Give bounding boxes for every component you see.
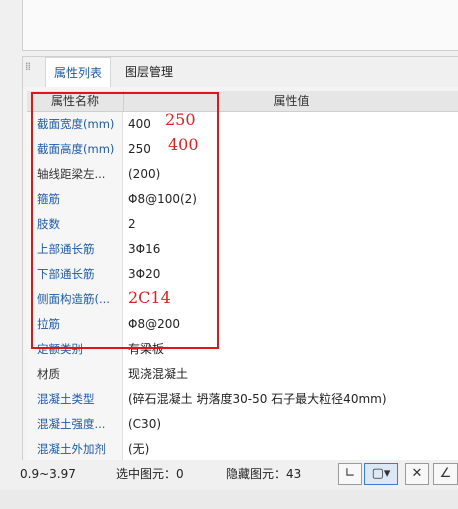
rect-select-icon: ▢▾ xyxy=(371,466,391,481)
column-header-value: 属性值 xyxy=(273,94,310,108)
corner-snap-button[interactable]: ∟ xyxy=(338,463,362,485)
property-value[interactable] xyxy=(124,287,458,312)
property-name: 混凝土强度... xyxy=(27,412,123,437)
property-name: 拉筋 xyxy=(27,312,123,337)
column-header-name: 属性名称 xyxy=(27,91,124,111)
status-hidden-count: 隐藏图元：43 xyxy=(226,467,302,481)
property-name: 肢数 xyxy=(27,212,123,237)
property-name: 截面宽度(mm) xyxy=(27,112,123,137)
property-name: 材质 xyxy=(27,362,123,387)
property-value[interactable]: Φ8@100(2) xyxy=(124,187,458,212)
table-row[interactable]: 混凝土外加剂 (无) xyxy=(27,437,458,461)
table-row[interactable]: 材质 现浇混凝土 xyxy=(27,362,458,388)
angle-icon: ∠ xyxy=(439,466,452,481)
tab-layer-management[interactable]: 图层管理 xyxy=(117,57,181,85)
property-value[interactable]: 2 xyxy=(124,212,458,237)
table-row[interactable]: 混凝土强度... (C30) xyxy=(27,412,458,438)
property-name: 截面高度(mm) xyxy=(27,137,123,162)
table-row[interactable]: 拉筋 Φ8@200 xyxy=(27,312,458,338)
property-value[interactable]: 有梁板 xyxy=(124,337,458,362)
property-value[interactable]: 3Φ20 xyxy=(124,262,458,287)
select-mode-button[interactable]: ▢▾ xyxy=(364,463,398,485)
annotation-text: 2C14 xyxy=(128,288,171,307)
table-row[interactable]: 箍筋 Φ8@100(2) xyxy=(27,187,458,213)
property-value[interactable]: (200) xyxy=(124,162,458,187)
table-row[interactable]: 侧面构造筋(... xyxy=(27,287,458,313)
property-panel: ⁞⁞ 属性列表 图层管理 属性名称 属性值 截面宽度(mm) 400 截面高度(… xyxy=(22,56,458,462)
property-value[interactable]: 现浇混凝土 xyxy=(124,362,458,387)
table-row[interactable]: 混凝土类型 (碎石混凝土 坍落度30-50 石子最大粒径40mm) xyxy=(27,387,458,413)
cross-select-button[interactable]: ✕ xyxy=(405,463,429,485)
property-value[interactable]: 3Φ16 xyxy=(124,237,458,262)
bottom-strip xyxy=(0,490,458,509)
property-value[interactable]: (无) xyxy=(124,437,458,461)
property-name: 轴线距梁左... xyxy=(27,162,123,187)
property-name: 下部通长筋 xyxy=(27,262,123,287)
table-row[interactable]: 轴线距梁左... (200) xyxy=(27,162,458,188)
property-name: 定额类别 xyxy=(27,337,123,362)
status-range: 0.9~3.97 xyxy=(20,467,76,481)
angle-tool-button[interactable]: ∠ xyxy=(433,463,458,485)
property-value[interactable]: (C30) xyxy=(124,412,458,437)
property-name: 上部通长筋 xyxy=(27,237,123,262)
annotation-text: 400 xyxy=(168,135,199,154)
table-row[interactable]: 下部通长筋 3Φ20 xyxy=(27,262,458,288)
status-selected-count: 选中图元：0 xyxy=(116,467,184,481)
property-value[interactable]: (碎石混凝土 坍落度30-50 石子最大粒径40mm) xyxy=(124,387,458,412)
property-table: 属性名称 属性值 截面宽度(mm) 400 截面高度(mm) 250 轴线距梁左… xyxy=(27,91,458,461)
annotation-text: 250 xyxy=(165,110,196,129)
table-row[interactable]: 肢数 2 xyxy=(27,212,458,238)
table-row[interactable]: 定额类别 有梁板 xyxy=(27,337,458,363)
corner-icon: ∟ xyxy=(344,466,356,481)
property-name: 侧面构造筋(... xyxy=(27,287,123,312)
table-header: 属性名称 属性值 xyxy=(27,91,458,112)
table-row[interactable]: 上部通长筋 3Φ16 xyxy=(27,237,458,263)
drawing-area xyxy=(22,0,458,51)
cross-icon: ✕ xyxy=(411,466,423,481)
status-bar: 0.9~3.97 选中图元：0 隐藏图元：43 ∟ ▢▾ ✕ ∠ xyxy=(0,460,458,490)
panel-tab-bar: ⁞⁞ 属性列表 图层管理 xyxy=(23,57,458,87)
tab-property-list[interactable]: 属性列表 xyxy=(45,57,112,87)
table-row[interactable]: 截面高度(mm) 250 xyxy=(27,137,458,163)
table-row[interactable]: 截面宽度(mm) 400 xyxy=(27,112,458,138)
property-value[interactable]: Φ8@200 xyxy=(124,312,458,337)
property-name: 混凝土类型 xyxy=(27,387,123,412)
property-name: 混凝土外加剂 xyxy=(27,437,123,461)
property-name: 箍筋 xyxy=(27,187,123,212)
drag-handle-icon[interactable]: ⁞⁞ xyxy=(25,61,35,80)
